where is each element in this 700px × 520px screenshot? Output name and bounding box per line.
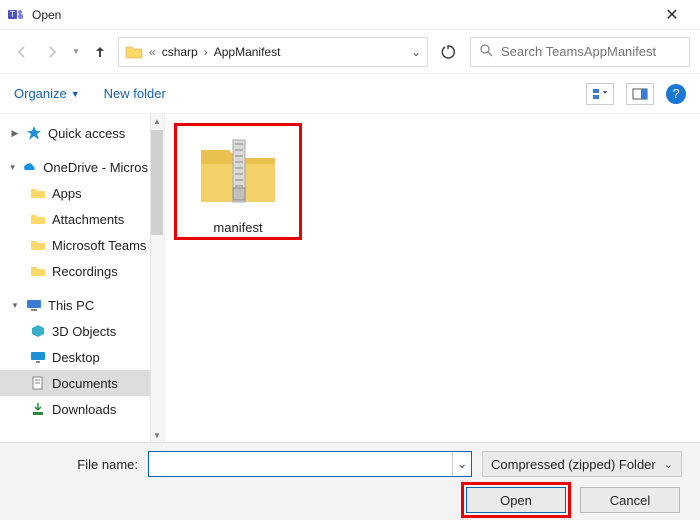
chevron-right-icon: › — [202, 45, 210, 59]
search-box[interactable] — [470, 37, 690, 67]
scroll-up-button[interactable]: ▲ — [150, 114, 164, 128]
forward-button[interactable] — [40, 40, 64, 64]
tree-label: This PC — [48, 298, 94, 313]
refresh-button[interactable] — [434, 37, 464, 67]
cancel-button[interactable]: Cancel — [580, 487, 680, 513]
tree-label: OneDrive - Micros — [43, 160, 148, 175]
window-title: Open — [32, 8, 652, 22]
recent-dropdown[interactable]: ▾ — [70, 40, 82, 64]
quick-access-icon — [26, 125, 42, 141]
files-pane[interactable]: manifest — [165, 114, 700, 442]
filename-input[interactable] — [149, 457, 452, 472]
documents-icon — [30, 375, 46, 391]
tree-quick-access[interactable]: ▶ Quick access — [0, 120, 164, 146]
file-label: manifest — [179, 220, 297, 235]
chevron-down-icon: ⌄ — [664, 458, 673, 471]
3d-objects-icon — [30, 323, 46, 339]
scroll-down-button[interactable]: ▼ — [150, 428, 164, 442]
tree-label: Desktop — [52, 350, 100, 365]
teams-app-icon: T — [8, 7, 24, 23]
onedrive-icon — [21, 159, 37, 175]
filename-label: File name: — [18, 457, 138, 472]
tree-item[interactable]: 3D Objects — [0, 318, 164, 344]
tree-label: Quick access — [48, 126, 125, 141]
file-item-manifest[interactable]: manifest — [179, 128, 297, 235]
folder-icon — [30, 211, 46, 227]
view-menu[interactable] — [586, 83, 614, 105]
breadcrumb-part[interactable]: AppManifest — [214, 45, 281, 59]
breadcrumb-part[interactable]: csharp — [162, 45, 198, 59]
tree-item[interactable]: Apps — [0, 180, 164, 206]
downloads-icon — [30, 401, 46, 417]
tree-label: Downloads — [52, 402, 116, 417]
folder-icon — [30, 263, 46, 279]
filename-history-dropdown[interactable]: ⌄ — [452, 452, 471, 476]
tree-label: 3D Objects — [52, 324, 116, 339]
up-button[interactable] — [88, 40, 112, 64]
search-icon — [479, 43, 493, 60]
close-button[interactable]: ✕ — [652, 5, 692, 25]
desktop-icon — [30, 349, 46, 365]
breadcrumb-prefix: « — [147, 45, 158, 59]
thispc-icon — [26, 297, 42, 313]
tree-label: Recordings — [52, 264, 118, 279]
zip-folder-icon — [195, 128, 281, 214]
address-bar[interactable]: « csharp › AppManifest ⌄ — [118, 37, 428, 67]
nav-tree: ▲ ▼ ▶ Quick access ▾ OneDrive - Micros A… — [0, 114, 165, 442]
tree-onedrive[interactable]: ▾ OneDrive - Micros — [0, 154, 164, 180]
filetype-label: Compressed (zipped) Folder — [491, 457, 656, 472]
help-button[interactable]: ? — [666, 84, 686, 104]
tree-item[interactable]: Microsoft Teams — [0, 232, 164, 258]
organize-menu[interactable]: Organize▼ — [14, 86, 80, 101]
tree-item-documents[interactable]: Documents — [0, 370, 164, 396]
address-dropdown[interactable]: ⌄ — [411, 45, 421, 59]
tree-label: Apps — [52, 186, 82, 201]
tree-this-pc[interactable]: ▾ This PC — [0, 292, 164, 318]
scrollbar-thumb[interactable] — [151, 130, 163, 235]
new-folder-button[interactable]: New folder — [104, 86, 166, 101]
tree-item[interactable]: Attachments — [0, 206, 164, 232]
tree-label: Attachments — [52, 212, 124, 227]
tree-label: Microsoft Teams — [52, 238, 146, 253]
tree-item[interactable]: Recordings — [0, 258, 164, 284]
open-button[interactable]: Open — [466, 487, 566, 513]
folder-icon — [30, 185, 46, 201]
search-input[interactable] — [499, 43, 681, 60]
chevron-right-icon: ▶ — [10, 128, 20, 139]
tree-item[interactable]: Desktop — [0, 344, 164, 370]
tree-label: Documents — [52, 376, 118, 391]
chevron-down-icon: ▾ — [10, 162, 15, 173]
back-button[interactable] — [10, 40, 34, 64]
chevron-down-icon: ▾ — [10, 300, 20, 311]
folder-icon — [30, 237, 46, 253]
folder-icon — [125, 43, 143, 61]
tree-item[interactable]: Downloads — [0, 396, 164, 422]
svg-text:T: T — [10, 10, 15, 19]
filename-combobox[interactable]: ⌄ — [148, 451, 472, 477]
preview-pane-button[interactable] — [626, 83, 654, 105]
filetype-select[interactable]: Compressed (zipped) Folder ⌄ — [482, 451, 682, 477]
